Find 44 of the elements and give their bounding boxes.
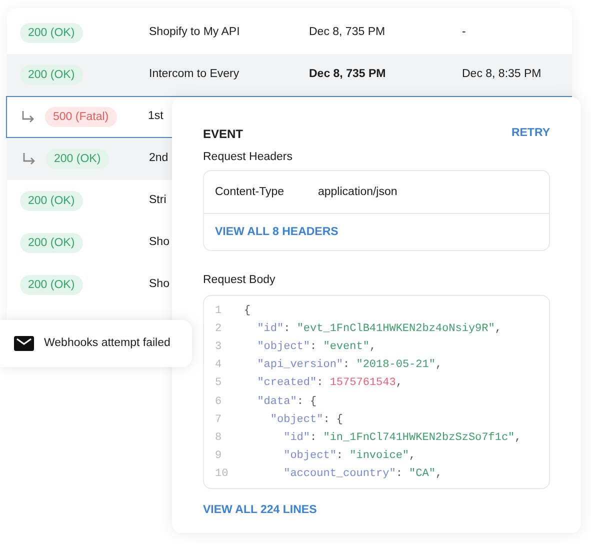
code-line: "id": "evt_1FnClB41HWKEN2bz4oNsiy9R", (256, 322, 502, 337)
code-line: "object": "invoice", (282, 449, 416, 464)
header-value: application/json (318, 185, 398, 200)
line-number: 9 (214, 449, 223, 464)
line-number: 7 (214, 412, 223, 428)
line-number: 1 (214, 304, 223, 319)
status-badge: 200 (OK) (46, 148, 109, 170)
status-badge: 200 (OK) (20, 22, 83, 44)
code-line: "created": 1575761543, (256, 376, 402, 392)
table-cell: Dec 8, 735 PM (309, 68, 386, 80)
table-cell: Dec 8, 735 PM (309, 26, 386, 38)
status-badge: 200 (OK) (20, 274, 83, 296)
code-line: "account_country": "CA", (282, 467, 442, 482)
line-number: 6 (214, 394, 223, 410)
toast-message: Webhooks attempt failed (44, 336, 170, 351)
table-cell: Sho (149, 236, 170, 248)
line-number: 3 (214, 340, 223, 355)
status-badge: 200 (OK) (20, 232, 83, 254)
line-number: 2 (214, 322, 223, 337)
table-cell: - (462, 26, 466, 38)
line-number: 10 (214, 467, 230, 482)
status-badge: 200 (OK) (20, 190, 83, 212)
status-badge: 200 (OK) (20, 64, 83, 86)
code-line: { (244, 304, 251, 319)
header-name: Content-Type (215, 185, 286, 200)
table-cell: 2nd (149, 152, 168, 164)
code-line: "data": { (256, 394, 317, 410)
table-cell: Stri (149, 194, 166, 206)
code-line: "object": { (269, 412, 344, 428)
table-cell: Intercom to Every (149, 68, 240, 80)
line-number: 8 (214, 430, 223, 446)
table-cell: Sho (149, 278, 170, 290)
section-label: Request Headers (203, 150, 294, 165)
line-number: 5 (214, 376, 223, 392)
code-line: "id": "in_1FnCl741HWKEN2bzSzSo7f1c", (282, 430, 522, 446)
table-cell: Shopify to My API (149, 26, 240, 38)
table-cell: Dec 8, 8:35 PM (462, 68, 542, 80)
line-number: 4 (214, 358, 223, 374)
table-cell: 1st (148, 110, 164, 122)
code-line: "api_version": "2018-05-21", (256, 358, 442, 374)
status-badge: 500 (Fatal) (45, 106, 117, 128)
section-label: Request Body (203, 272, 276, 288)
panel-title: EVENT (203, 126, 244, 143)
code-line: "object": "event", (256, 340, 376, 355)
